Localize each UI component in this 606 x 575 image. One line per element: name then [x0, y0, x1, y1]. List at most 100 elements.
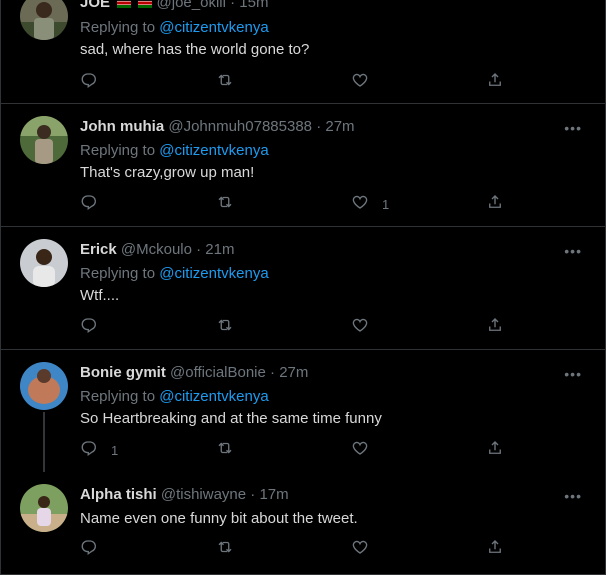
- replying-to: Replying to @citizentvkenya: [80, 264, 269, 284]
- like-icon: [351, 439, 369, 462]
- more-button[interactable]: •••: [564, 366, 582, 382]
- reply-button[interactable]: [80, 317, 111, 337]
- user-handle[interactable]: @Johnmuh07885388: [168, 118, 312, 135]
- reply-button[interactable]: [80, 194, 111, 214]
- retweet-icon: [216, 439, 234, 462]
- user-handle[interactable]: @Mckoulo: [121, 241, 192, 258]
- thread-connector: [43, 412, 45, 472]
- reply-icon: [80, 316, 98, 339]
- action-bar: [80, 317, 510, 337]
- reply-icon: [80, 538, 98, 561]
- more-icon: •••: [564, 243, 582, 259]
- like-button[interactable]: [351, 440, 382, 460]
- timestamp[interactable]: · 27m: [270, 364, 308, 381]
- reply-button[interactable]: [80, 539, 111, 559]
- more-button[interactable]: •••: [564, 488, 582, 504]
- reply-feed: JOE @joe_okili · 15m Replying to @citize…: [0, 0, 606, 575]
- more-button[interactable]: •••: [564, 120, 582, 136]
- retweet-button[interactable]: [216, 194, 234, 214]
- replying-to: Replying to @citizentvkenya: [80, 18, 269, 38]
- retweet-button[interactable]: [216, 317, 234, 337]
- retweet-button[interactable]: [216, 539, 234, 559]
- reply-button[interactable]: [80, 72, 111, 92]
- tweet-alpha-tishi[interactable]: Alpha tishi @tishiwayne · 17m ••• Name e…: [1, 472, 605, 575]
- share-button[interactable]: [486, 72, 504, 92]
- like-button[interactable]: [351, 317, 382, 337]
- share-button[interactable]: [486, 194, 504, 214]
- user-handle[interactable]: @officialBonie: [170, 364, 266, 381]
- user-handle[interactable]: @joe_okili: [157, 0, 226, 11]
- reply-icon: [80, 193, 98, 216]
- share-button[interactable]: [486, 317, 504, 337]
- reply-button[interactable]: 1: [80, 440, 118, 460]
- timestamp[interactable]: · 21m: [196, 241, 234, 258]
- display-name[interactable]: Erick: [80, 241, 117, 258]
- avatar[interactable]: [20, 116, 68, 164]
- mention-link[interactable]: @citizentvkenya: [159, 388, 268, 405]
- tweet-text: That's crazy,grow up man!: [80, 164, 255, 181]
- reply-icon: [80, 71, 98, 94]
- like-button[interactable]: [351, 539, 382, 559]
- reply-count: 1: [111, 442, 119, 458]
- replying-label: Replying to: [80, 265, 160, 282]
- share-icon: [486, 538, 504, 561]
- more-icon: •••: [564, 366, 582, 382]
- like-button[interactable]: [351, 72, 382, 92]
- tweet-bonie-gymit[interactable]: Bonie gymit @officialBonie · 27m ••• Rep…: [1, 350, 605, 472]
- retweet-icon: [216, 193, 234, 216]
- timestamp[interactable]: · 27m: [316, 118, 354, 135]
- mention-link[interactable]: @citizentvkenya: [159, 265, 268, 282]
- more-icon: •••: [564, 488, 582, 504]
- display-name[interactable]: JOE: [80, 0, 110, 11]
- replying-to: Replying to @citizentvkenya: [80, 141, 269, 161]
- replying-to: Replying to @citizentvkenya: [80, 387, 269, 407]
- action-bar: 1: [80, 194, 510, 214]
- replying-label: Replying to: [80, 388, 160, 405]
- tweet-text: Wtf....: [80, 287, 120, 304]
- tweet-joe[interactable]: JOE @joe_okili · 15m Replying to @citize…: [1, 0, 605, 103]
- like-button[interactable]: 1: [351, 194, 389, 214]
- avatar[interactable]: [20, 484, 68, 532]
- more-button[interactable]: •••: [564, 243, 582, 259]
- action-bar: [80, 539, 510, 559]
- display-name[interactable]: John muhia: [80, 118, 164, 135]
- like-icon: [351, 538, 369, 561]
- display-name[interactable]: Alpha tishi: [80, 486, 157, 503]
- mention-link[interactable]: @citizentvkenya: [159, 19, 268, 36]
- share-button[interactable]: [486, 440, 504, 460]
- replying-label: Replying to: [80, 142, 160, 159]
- share-icon: [486, 193, 504, 216]
- timestamp[interactable]: · 15m: [230, 0, 268, 11]
- share-icon: [486, 439, 504, 462]
- tweet-text: sad, where has the world gone to?: [80, 41, 310, 58]
- like-icon: [351, 316, 369, 339]
- replying-label: Replying to: [80, 19, 160, 36]
- more-icon: •••: [564, 120, 582, 136]
- like-count: 1: [382, 196, 390, 212]
- share-icon: [486, 71, 504, 94]
- timestamp[interactable]: · 17m: [250, 486, 288, 503]
- action-bar: [80, 72, 510, 92]
- tweet-erick[interactable]: Erick @Mckoulo · 21m ••• Replying to @ci…: [1, 227, 605, 349]
- share-icon: [486, 316, 504, 339]
- tweet-text: So Heartbreaking and at the same time fu…: [80, 410, 382, 427]
- kenya-flag-icon: [114, 0, 135, 11]
- avatar[interactable]: [20, 362, 68, 410]
- like-icon: [351, 193, 369, 216]
- retweet-button[interactable]: [216, 440, 234, 460]
- avatar[interactable]: [20, 239, 68, 287]
- mention-link[interactable]: @citizentvkenya: [159, 142, 268, 159]
- kenya-flag-icon: [135, 0, 156, 11]
- display-name[interactable]: Bonie gymit: [80, 364, 166, 381]
- retweet-button[interactable]: [216, 72, 234, 92]
- share-button[interactable]: [486, 539, 504, 559]
- like-icon: [351, 71, 369, 94]
- tweet-text: Name even one funny bit about the tweet.: [80, 510, 358, 527]
- tweet-john-muhia[interactable]: John muhia @Johnmuh07885388 · 27m ••• Re…: [1, 104, 605, 226]
- action-bar: 1: [80, 440, 510, 460]
- avatar[interactable]: [20, 0, 68, 40]
- user-handle[interactable]: @tishiwayne: [161, 486, 246, 503]
- retweet-icon: [216, 71, 234, 94]
- retweet-icon: [216, 538, 234, 561]
- retweet-icon: [216, 316, 234, 339]
